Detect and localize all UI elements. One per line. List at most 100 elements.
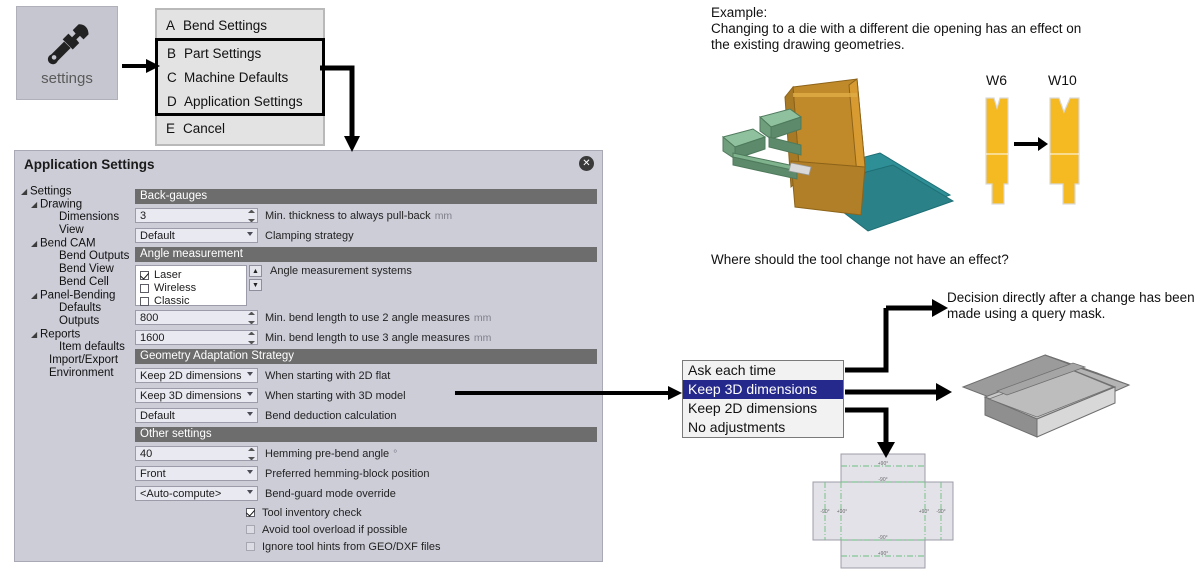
angle-measurement-systems-label: Angle measurement systems	[270, 265, 412, 277]
tree-item-drawing[interactable]: ◢ Drawing	[21, 198, 131, 211]
checkbox-item-wireless[interactable]: Wireless	[140, 282, 246, 294]
input-min-bend-length-to-use-3-angle-measures[interactable]: 1600	[135, 330, 258, 345]
die-label-w6: W6	[986, 72, 1007, 88]
menu-key-e: E	[166, 121, 176, 136]
spinner-buttons[interactable]	[248, 210, 255, 222]
dropdown-option-no-adjustments[interactable]: No adjustments	[683, 418, 843, 437]
tree-item-reports[interactable]: ◢ Reports	[21, 328, 131, 341]
tree-item-label: Reports	[40, 328, 81, 341]
checkbox-item-laser[interactable]: Laser	[140, 269, 246, 281]
scroll-down-icon[interactable]: ▼	[249, 279, 262, 291]
tree-item-dimensions[interactable]: Dimensions	[21, 211, 131, 224]
setting-unit: mm	[434, 209, 453, 222]
settings-tile-button[interactable]: settings	[16, 6, 118, 100]
spinner-buttons[interactable]	[248, 332, 255, 344]
setting-row: Default Clamping strategy	[135, 227, 597, 244]
menu-highlight-group: B Part Settings C Machine Defaults D App…	[155, 38, 325, 116]
tree-item-item-defaults[interactable]: Item defaults	[21, 341, 131, 354]
tree-item-bend-outputs[interactable]: Bend Outputs	[21, 250, 131, 263]
section-header-back-gauges: Back-gauges	[135, 189, 597, 204]
select-when-starting-with-2d-flat[interactable]: Keep 2D dimensions	[135, 368, 258, 383]
chevron-down-icon[interactable]	[247, 232, 253, 236]
chevron-down-icon[interactable]: ◢	[31, 237, 40, 250]
tree-item-defaults[interactable]: Defaults	[21, 302, 131, 315]
checkbox-icon[interactable]	[246, 525, 255, 534]
menu-key-c: C	[167, 69, 177, 85]
field-value: 3	[140, 210, 147, 222]
field-value: Keep 3D dimensions	[140, 390, 242, 402]
select-when-starting-with-3d-model[interactable]: Keep 3D dimensions	[135, 388, 258, 403]
section-header-other-settings: Other settings	[135, 427, 597, 442]
scroll-up-glyph: ▲	[252, 267, 259, 275]
chevron-down-icon[interactable]	[247, 470, 253, 474]
settings-tree[interactable]: ◢ Settings ◢ Drawing Dimensions View ◢ Bend CAM…	[15, 183, 131, 559]
chevron-down-icon[interactable]	[247, 412, 253, 416]
angle-measurement-checkbox-list[interactable]: Laser Wireless Classic	[135, 265, 247, 307]
checkbox-icon[interactable]	[246, 542, 255, 551]
chevron-down-icon[interactable]: ◢	[31, 198, 40, 211]
tree-item-import-export[interactable]: Import/Export	[21, 354, 131, 367]
dropdown-option-keep-2d-dimensions[interactable]: Keep 2D dimensions	[683, 399, 843, 418]
tree-item-bend-cell[interactable]: Bend Cell	[21, 276, 131, 289]
chevron-down-icon[interactable]	[247, 490, 253, 494]
checkbox-label: Classic	[154, 295, 190, 307]
chevron-down-icon[interactable]	[247, 372, 253, 376]
chevron-down-icon[interactable]: ◢	[31, 328, 40, 341]
checkbox-row-ignore-tool-hints-from-geo-dxf-files[interactable]: Ignore tool hints from GEO/DXF files	[135, 539, 597, 554]
close-icon[interactable]: ✕	[579, 156, 594, 171]
checkbox-row-avoid-tool-overload-if-possible[interactable]: Avoid tool overload if possible	[135, 522, 597, 537]
checkbox-icon[interactable]	[140, 296, 149, 306]
chevron-down-icon[interactable]: ◢	[31, 289, 40, 302]
tree-item-bend-cam[interactable]: ◢ Bend CAM	[21, 237, 131, 250]
setting-row: <Auto-compute> Bend-guard mode override	[135, 485, 597, 502]
menu-key-a: A	[166, 18, 176, 33]
input-min-bend-length-to-use-2-angle-measures[interactable]: 800	[135, 310, 258, 325]
checkbox-label: Avoid tool overload if possible	[262, 523, 408, 536]
menu-item-bend-settings[interactable]: A Bend Settings	[157, 13, 323, 38]
menu-item-cancel[interactable]: E Cancel	[157, 116, 323, 141]
select-bend-guard-mode-override[interactable]: <Auto-compute>	[135, 486, 258, 501]
checkbox-icon[interactable]	[140, 283, 149, 293]
tree-item-bend-view[interactable]: Bend View	[21, 263, 131, 276]
checkbox-row-tool-inventory-check[interactable]: Tool inventory check	[135, 505, 597, 520]
spinner-buttons[interactable]	[248, 312, 255, 324]
settings-menu[interactable]: A Bend Settings B Part Settings C Machin…	[155, 8, 325, 146]
geometry-strategy-dropdown[interactable]: Ask each time Keep 3D dimensions Keep 2D…	[682, 360, 844, 438]
dialog-body: ◢ Settings ◢ Drawing Dimensions View ◢ Bend CAM…	[15, 183, 602, 559]
menu-item-application-settings[interactable]: D Application Settings	[158, 89, 322, 113]
menu-item-part-settings[interactable]: B Part Settings	[158, 41, 322, 65]
field-value: 40	[140, 448, 153, 460]
dropdown-option-keep-3d-dimensions[interactable]: Keep 3D dimensions	[683, 380, 843, 399]
spinner-buttons[interactable]	[248, 448, 255, 460]
checkbox-icon[interactable]	[246, 508, 255, 517]
wrench-icon	[47, 23, 89, 64]
select-bend-deduction-calculation[interactable]: Default	[135, 408, 258, 423]
flat-angle-label: -90°	[878, 535, 887, 541]
input-min-thickness-to-always-pull-back[interactable]: 3	[135, 208, 258, 223]
input-hemming-pre-bend-angle[interactable]: 40	[135, 446, 258, 461]
tree-item-panel-bending[interactable]: ◢ Panel-Bending	[21, 289, 131, 302]
tree-item-view[interactable]: View	[21, 224, 131, 237]
chevron-down-icon[interactable]	[247, 392, 253, 396]
list-scrollbar[interactable]: ▲ ▼	[249, 265, 263, 306]
field-value: 1600	[140, 332, 165, 344]
decision-note: Decision directly after a change has bee…	[947, 290, 1195, 321]
setting-row: Front Preferred hemming-block position	[135, 465, 597, 482]
select-preferred-hemming-block-position[interactable]: Front	[135, 466, 258, 481]
chevron-down-icon[interactable]: ◢	[21, 185, 30, 198]
dropdown-option-ask-each-time[interactable]: Ask each time	[683, 361, 843, 380]
tree-item-settings[interactable]: ◢ Settings	[21, 185, 131, 198]
tree-item-environment[interactable]: Environment	[21, 367, 131, 380]
setting-label: Min. thickness to always pull-back mm	[265, 210, 452, 222]
checkbox-label: Wireless	[154, 282, 197, 294]
scroll-up-icon[interactable]: ▲	[249, 265, 262, 277]
checkbox-label: Ignore tool hints from GEO/DXF files	[262, 540, 441, 553]
setting-label-text: When starting with 2D flat	[265, 369, 391, 382]
tree-item-outputs[interactable]: Outputs	[21, 315, 131, 328]
checkbox-item-classic[interactable]: Classic	[140, 295, 246, 307]
setting-label: Bend-guard mode override	[265, 488, 396, 500]
menu-item-machine-defaults[interactable]: C Machine Defaults	[158, 65, 322, 89]
setting-label: Bend deduction calculation	[265, 410, 396, 422]
select-clamping-strategy[interactable]: Default	[135, 228, 258, 243]
checkbox-icon[interactable]	[140, 270, 149, 280]
